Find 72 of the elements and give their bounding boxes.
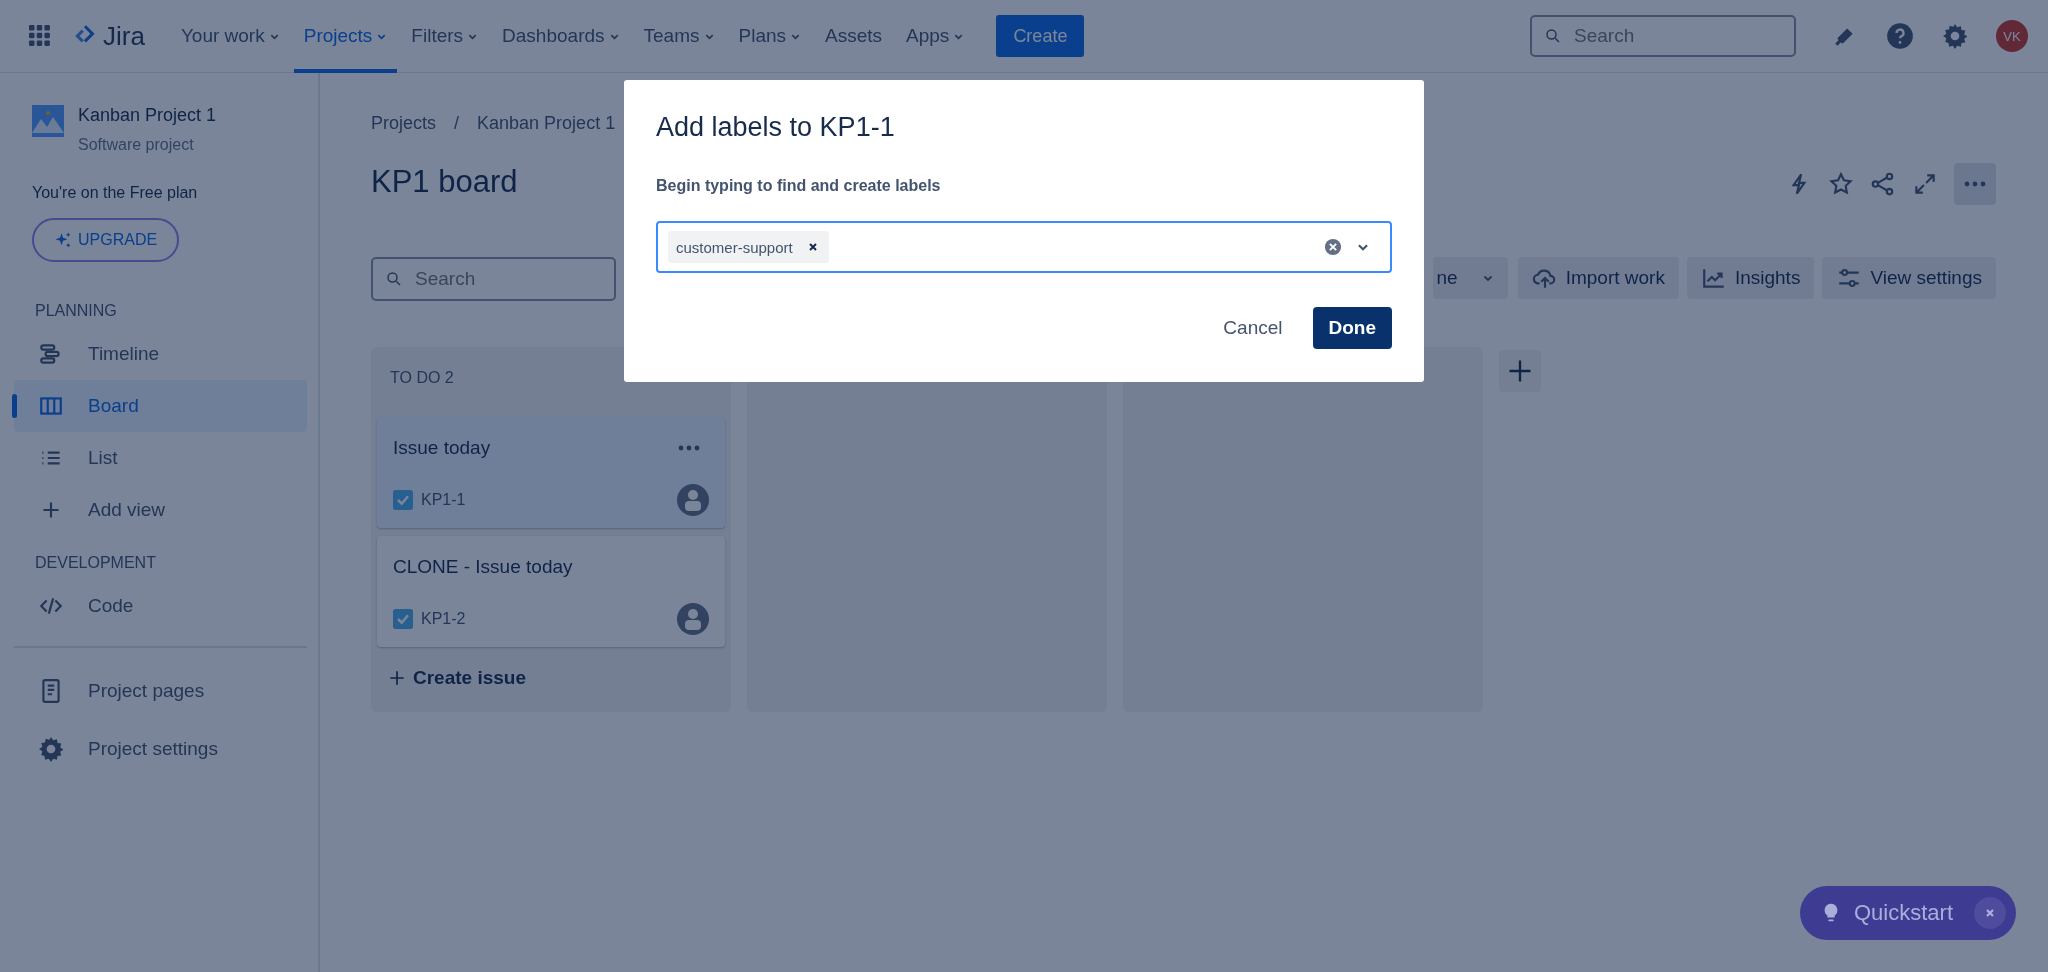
expand-icon[interactable] <box>1912 171 1938 197</box>
app-grid-icon[interactable] <box>29 25 51 47</box>
assignee-avatar-icon[interactable] <box>677 484 709 516</box>
breadcrumb-link[interactable]: Projects <box>371 113 437 134</box>
close-button[interactable] <box>1974 897 2006 929</box>
issue-card[interactable]: Issue today KP1-1 <box>377 417 725 528</box>
assignee-avatar-icon[interactable] <box>677 603 709 635</box>
nav-menu-item[interactable]: Apps <box>896 0 975 73</box>
search-field[interactable]: Search <box>1530 15 1796 57</box>
project-type: Software project <box>78 136 195 154</box>
nav-menu-item[interactable]: Your work <box>170 0 290 73</box>
sidebar-item[interactable]: Code <box>14 580 307 632</box>
label-text: customer-support <box>676 238 793 256</box>
section-heading: DEVELOPMENT <box>35 554 156 572</box>
clear-icon[interactable] <box>1324 238 1342 256</box>
more-button[interactable] <box>1954 163 1996 205</box>
add-column-button[interactable] <box>1499 350 1541 392</box>
help-icon[interactable] <box>1886 22 1914 50</box>
sidebar-item[interactable]: Project settings <box>14 720 307 778</box>
done-button[interactable]: Done <box>1312 307 1392 349</box>
nav-menu-item[interactable]: Projects <box>293 0 398 73</box>
breadcrumb-separator: / <box>454 113 460 134</box>
settings-icon[interactable] <box>1942 23 1968 49</box>
task-icon <box>393 490 413 510</box>
labels-select-field[interactable]: customer-support <box>656 221 1392 273</box>
project-name[interactable]: Kanban Project 1 <box>78 105 217 126</box>
quickstart-label: Quickstart <box>1854 900 1954 926</box>
close-icon <box>1984 907 1996 919</box>
search-field[interactable]: Search <box>371 257 616 301</box>
column-title: TO DO 2 <box>390 369 455 387</box>
section-heading: PLANNING <box>35 302 117 320</box>
sidebar-item[interactable]: List <box>14 432 307 484</box>
create-button[interactable]: Create <box>996 15 1085 57</box>
sidebar-item[interactable]: Board <box>14 380 307 432</box>
share-icon[interactable] <box>1870 171 1896 197</box>
quickstart-button[interactable]: Quickstart <box>1800 886 2016 940</box>
nav-menu-item[interactable]: Dashboards <box>492 0 630 73</box>
issue-key[interactable]: KP1-1 <box>421 491 466 509</box>
upgrade-button[interactable]: UPGRADE <box>32 218 180 262</box>
issue-title: CLONE - Issue today <box>393 556 573 578</box>
nav-menu-item[interactable]: Teams <box>633 0 725 73</box>
remove-icon[interactable] <box>806 241 819 253</box>
task-icon <box>393 609 413 629</box>
sidebar-item[interactable]: Timeline <box>14 328 307 380</box>
field-label: Begin typing to find and create labels <box>656 177 942 195</box>
toolbar-button[interactable]: ne <box>1432 257 1508 299</box>
settings-icon <box>38 736 64 762</box>
dialog-title: Add labels to KP1-1 <box>656 112 896 143</box>
plus-icon <box>387 668 407 688</box>
create-issue-button[interactable]: Create issue <box>377 655 536 701</box>
toolbar-button[interactable]: Import work <box>1517 257 1679 299</box>
board-title: KP1 board <box>371 164 519 200</box>
more-icon <box>1963 180 1987 188</box>
product-name[interactable]: Jira <box>103 20 145 52</box>
sparkle-icon <box>54 231 72 249</box>
user-avatar[interactable]: VK <box>1996 20 2028 52</box>
breadcrumb-link[interactable]: Kanban Project 1 <box>477 113 616 134</box>
nav-menu-item[interactable]: Filters <box>401 0 489 73</box>
sidebar-item[interactable]: Project pages <box>14 662 307 720</box>
nav-menu-item[interactable]: Plans <box>728 0 812 73</box>
plan-note: You're on the Free plan <box>32 184 198 202</box>
issue-card[interactable]: CLONE - Issue today KP1-2 <box>377 536 725 647</box>
toolbar-button[interactable]: Insights <box>1686 257 1815 299</box>
toolbar-button[interactable]: View settings <box>1822 257 1996 299</box>
project-avatar-icon <box>32 105 64 137</box>
nav-menu-item[interactable]: Assets <box>815 0 893 73</box>
sidebar-item[interactable]: Add view <box>14 484 307 536</box>
star-icon[interactable] <box>1828 171 1854 197</box>
issue-title: Issue today <box>393 437 491 459</box>
issue-key[interactable]: KP1-2 <box>421 610 466 628</box>
more-icon <box>677 444 701 452</box>
cancel-button[interactable]: Cancel <box>1209 307 1297 349</box>
